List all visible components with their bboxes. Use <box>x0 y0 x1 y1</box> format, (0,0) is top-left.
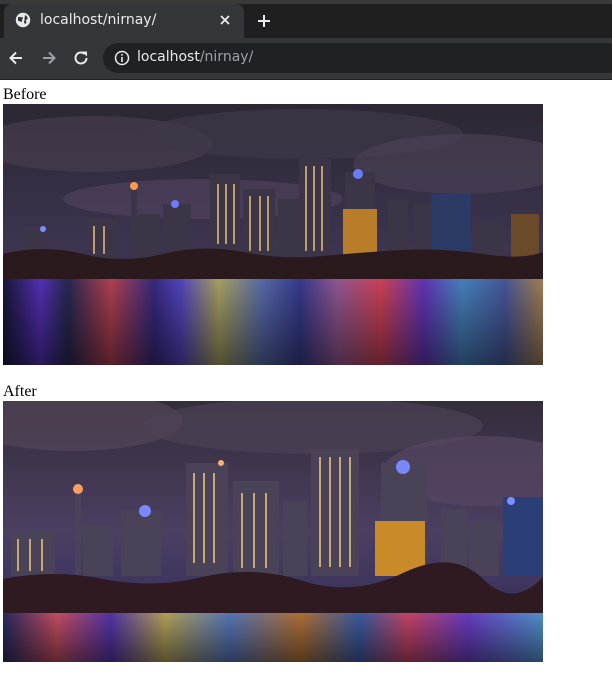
tab-title: localhost/nirnay/ <box>40 12 157 28</box>
before-label: Before <box>3 86 47 103</box>
url-path: /nirnay/ <box>199 49 254 65</box>
tab-strip: localhost/nirnay/ <box>0 0 612 38</box>
info-icon[interactable] <box>114 50 130 66</box>
url-host: localhost <box>137 49 200 65</box>
arrow-right-icon[interactable] <box>40 49 58 67</box>
close-icon[interactable] <box>218 13 232 27</box>
page-content: Before After <box>0 80 612 700</box>
reload-icon[interactable] <box>72 49 90 67</box>
active-tab[interactable]: localhost/nirnay/ <box>4 4 244 38</box>
address-bar[interactable]: localhost/nirnay/ <box>103 43 612 73</box>
after-image <box>3 401 543 662</box>
after-label: After <box>3 383 37 400</box>
browser-toolbar: localhost/nirnay/ <box>0 38 612 80</box>
arrow-left-icon[interactable] <box>7 49 25 67</box>
plus-icon[interactable] <box>256 13 272 29</box>
url-text: localhost/nirnay/ <box>137 49 253 65</box>
globe-icon <box>15 12 31 28</box>
before-image <box>3 104 543 365</box>
